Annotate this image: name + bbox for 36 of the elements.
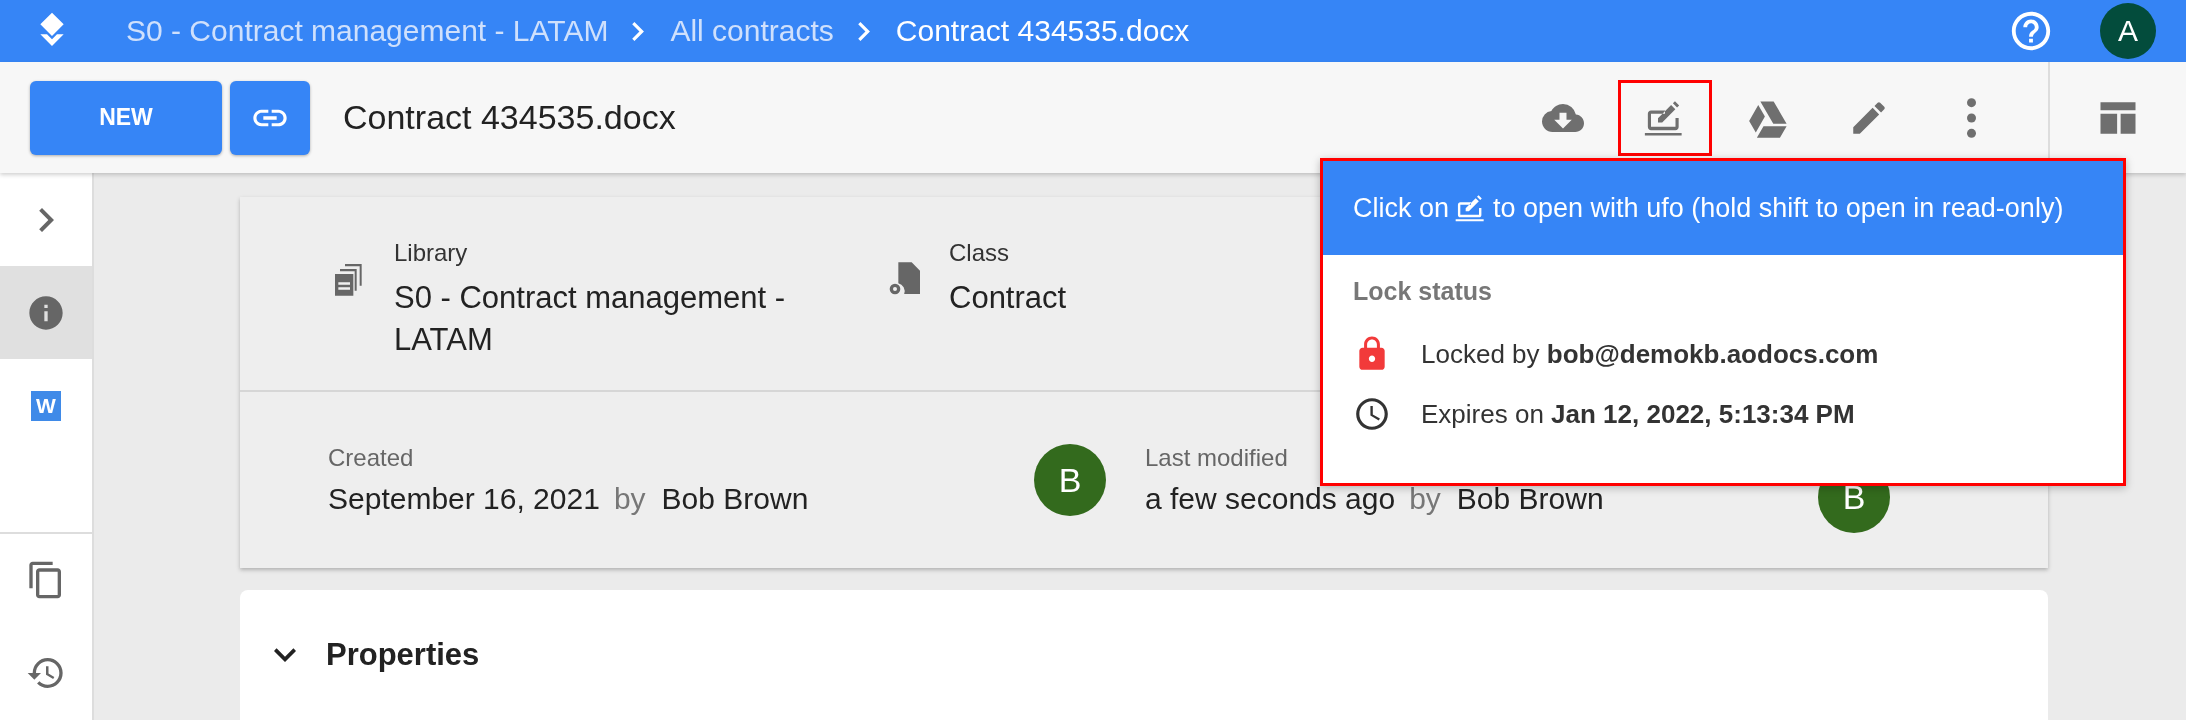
audit-label: Created xyxy=(328,444,415,472)
laptop-edit-button[interactable] xyxy=(1618,79,1712,156)
field-label: Class xyxy=(949,239,1010,267)
lock-info-text: Expires on Jan 12, 2022, 5:13:34 PM xyxy=(1421,398,1855,430)
word-icon: W xyxy=(31,390,61,421)
by-label: by xyxy=(613,482,646,515)
hint-text: Click on xyxy=(1353,192,1450,224)
audit-label: Last modified xyxy=(1145,444,1289,472)
link-button[interactable] xyxy=(230,80,310,155)
lock-info-text: Locked by bob@demokb.aodocs.com xyxy=(1421,338,1879,370)
chevron-icon xyxy=(38,207,54,232)
field-label: Library xyxy=(394,239,469,267)
chevron-icon xyxy=(857,21,870,41)
sidebar-item[interactable]: W xyxy=(0,359,92,452)
user-avatar[interactable]: A xyxy=(2100,3,2156,59)
sidebar-item[interactable] xyxy=(0,266,92,359)
chevron-icon xyxy=(632,21,645,41)
new-button[interactable]: NEW xyxy=(30,80,222,155)
section-title: Properties xyxy=(326,637,480,673)
field-value: S0 - Contract management - LATAM xyxy=(394,279,787,359)
audit-date: September 16, 2021 xyxy=(328,482,600,515)
breadcrumb-link[interactable]: S0 - Contract management - LATAM xyxy=(126,14,609,48)
breadcrumb-link[interactable]: All contracts xyxy=(670,14,834,48)
more-icon xyxy=(1966,97,1976,138)
field-value: Contract xyxy=(949,279,1067,317)
audit-date: a few seconds ago xyxy=(1145,482,1396,515)
user-avatar: B xyxy=(1034,444,1106,516)
user-name: Bob Brown xyxy=(661,482,809,515)
by-label: by xyxy=(1409,482,1441,515)
section-title: Lock status xyxy=(1353,277,1493,306)
user-name: Bob Brown xyxy=(1456,482,1604,515)
document-title: Contract 434535.docx xyxy=(343,98,677,137)
breadcrumb-link[interactable]: Contract 434535.docx xyxy=(895,14,1190,48)
clock-icon xyxy=(1353,395,1391,433)
hint-text: to open with ufo (hold shift to open in read-only) xyxy=(1493,192,2064,224)
chevron-icon[interactable] xyxy=(274,648,296,662)
